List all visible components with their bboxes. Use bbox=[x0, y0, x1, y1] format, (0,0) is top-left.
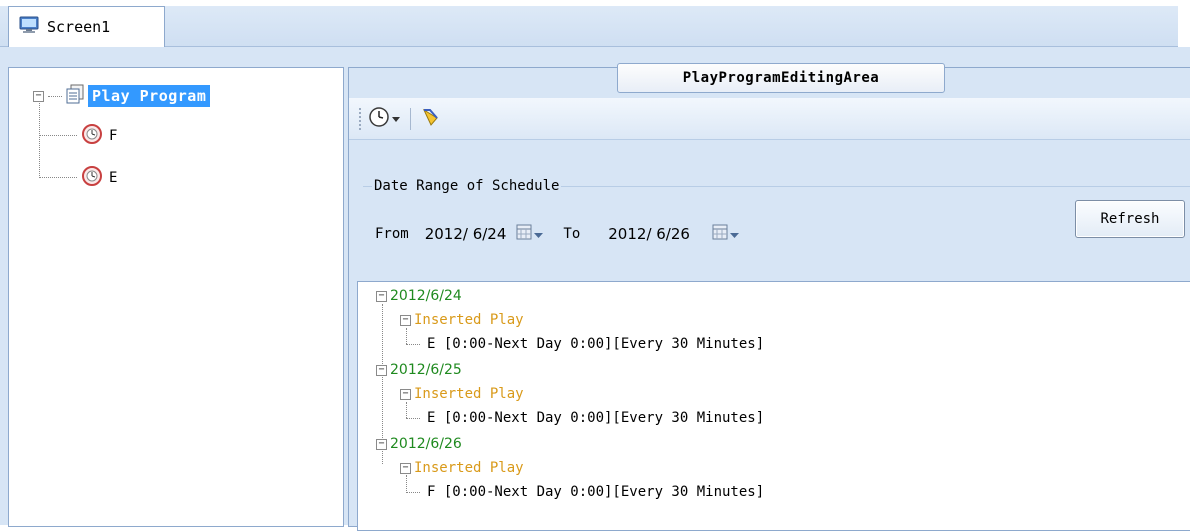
calendar-icon bbox=[516, 224, 532, 244]
refresh-button[interactable]: Refresh bbox=[1075, 200, 1185, 238]
collapse-icon[interactable]: − bbox=[400, 314, 411, 326]
from-calendar-button[interactable] bbox=[516, 224, 544, 244]
clock-icon bbox=[81, 165, 103, 191]
result-date-node[interactable]: − 2012/6/25 bbox=[376, 362, 462, 378]
to-calendar-button[interactable] bbox=[712, 224, 739, 244]
tree-connector bbox=[406, 491, 420, 493]
tree-connector bbox=[48, 95, 62, 97]
tree-item-label: F bbox=[109, 128, 118, 144]
tree-item-f[interactable]: F bbox=[81, 123, 117, 149]
result-entry[interactable]: E [0:00-Next Day 0:00][Every 30 Minutes] bbox=[406, 336, 764, 352]
calendar-icon bbox=[712, 224, 728, 244]
tree-connector bbox=[39, 177, 77, 178]
clock-icon bbox=[81, 123, 103, 149]
from-date-picker[interactable]: 2012/ 6/24 bbox=[418, 220, 550, 248]
toolbar-separator bbox=[410, 107, 411, 130]
result-entry-text: E [0:00-Next Day 0:00][Every 30 Minutes] bbox=[427, 410, 765, 426]
collapse-icon[interactable]: − bbox=[376, 364, 387, 376]
collapse-icon[interactable]: − bbox=[376, 290, 387, 302]
result-type: Inserted Play bbox=[414, 312, 524, 328]
editing-toolbar bbox=[349, 98, 1190, 140]
clock-icon bbox=[368, 106, 390, 132]
result-type-node[interactable]: − Inserted Play bbox=[400, 386, 524, 402]
chevron-down-icon bbox=[534, 225, 544, 243]
tree-connector bbox=[406, 417, 420, 419]
result-date: 2012/6/24 bbox=[390, 288, 462, 304]
pages-icon bbox=[66, 84, 84, 108]
tree-connector bbox=[39, 96, 40, 178]
result-type-node[interactable]: − Inserted Play bbox=[400, 312, 524, 328]
tab-screen1[interactable]: Screen1 bbox=[8, 6, 165, 47]
result-type: Inserted Play bbox=[414, 386, 524, 402]
result-type-node[interactable]: − Inserted Play bbox=[400, 460, 524, 476]
toolbar-grip[interactable] bbox=[359, 107, 362, 130]
chevron-down-icon bbox=[729, 225, 739, 243]
to-date-picker[interactable]: 2012/ 6/26 bbox=[602, 220, 745, 248]
program-tree-panel: − Play Program F E bbox=[8, 67, 344, 527]
editing-area-title: PlayProgramEditingArea bbox=[617, 63, 945, 93]
result-entry-text: F [0:00-Next Day 0:00][Every 30 Minutes] bbox=[427, 484, 765, 500]
result-entry[interactable]: F [0:00-Next Day 0:00][Every 30 Minutes] bbox=[406, 484, 764, 500]
tree-root-play-program[interactable]: − Play Program bbox=[33, 84, 211, 108]
from-label: From bbox=[375, 226, 409, 242]
result-date: 2012/6/26 bbox=[390, 436, 462, 452]
tree-connector bbox=[406, 343, 420, 345]
result-date-node[interactable]: − 2012/6/24 bbox=[376, 288, 462, 304]
tab-strip: Screen1 bbox=[0, 0, 1190, 47]
collapse-icon[interactable]: − bbox=[33, 90, 44, 102]
chevron-down-icon bbox=[392, 111, 400, 127]
result-date: 2012/6/25 bbox=[390, 362, 462, 378]
workspace: − Play Program F E PlayProgramEditingAre… bbox=[0, 47, 1190, 531]
schedule-caption: Date Range of Schedule bbox=[372, 178, 562, 194]
editing-area-panel: PlayProgramEditingArea Date Range of Sch… bbox=[348, 63, 1190, 531]
clear-tool-button[interactable] bbox=[421, 106, 443, 132]
eraser-icon bbox=[421, 106, 443, 132]
tree-root-label: Play Program bbox=[88, 85, 211, 107]
tree-connector bbox=[39, 135, 77, 136]
from-date-value: 2012/ 6/24 bbox=[424, 225, 507, 243]
to-date-value: 2012/ 6/26 bbox=[608, 225, 690, 243]
result-date-node[interactable]: − 2012/6/26 bbox=[376, 436, 462, 452]
tree-item-label: E bbox=[109, 170, 118, 186]
result-entry-text: E [0:00-Next Day 0:00][Every 30 Minutes] bbox=[427, 336, 765, 352]
collapse-icon[interactable]: − bbox=[400, 388, 411, 400]
collapse-icon[interactable]: − bbox=[400, 462, 411, 474]
schedule-group: Date Range of Schedule From 2012/ 6/24 T… bbox=[355, 140, 1190, 280]
collapse-icon[interactable]: − bbox=[376, 438, 387, 450]
clock-dropdown-button[interactable] bbox=[368, 106, 400, 132]
schedule-result-tree: − 2012/6/24 − Inserted Play E [0:00-Next… bbox=[357, 281, 1190, 531]
result-type: Inserted Play bbox=[414, 460, 524, 476]
tree-item-e[interactable]: E bbox=[81, 165, 117, 191]
result-entry[interactable]: E [0:00-Next Day 0:00][Every 30 Minutes] bbox=[406, 410, 764, 426]
date-range-row: From 2012/ 6/24 To 2012/ 6/26 bbox=[375, 220, 745, 248]
to-label: To bbox=[563, 226, 581, 242]
tab-strip-bar bbox=[0, 6, 1178, 47]
tab-label: Screen1 bbox=[47, 18, 111, 36]
monitor-icon bbox=[19, 16, 39, 38]
